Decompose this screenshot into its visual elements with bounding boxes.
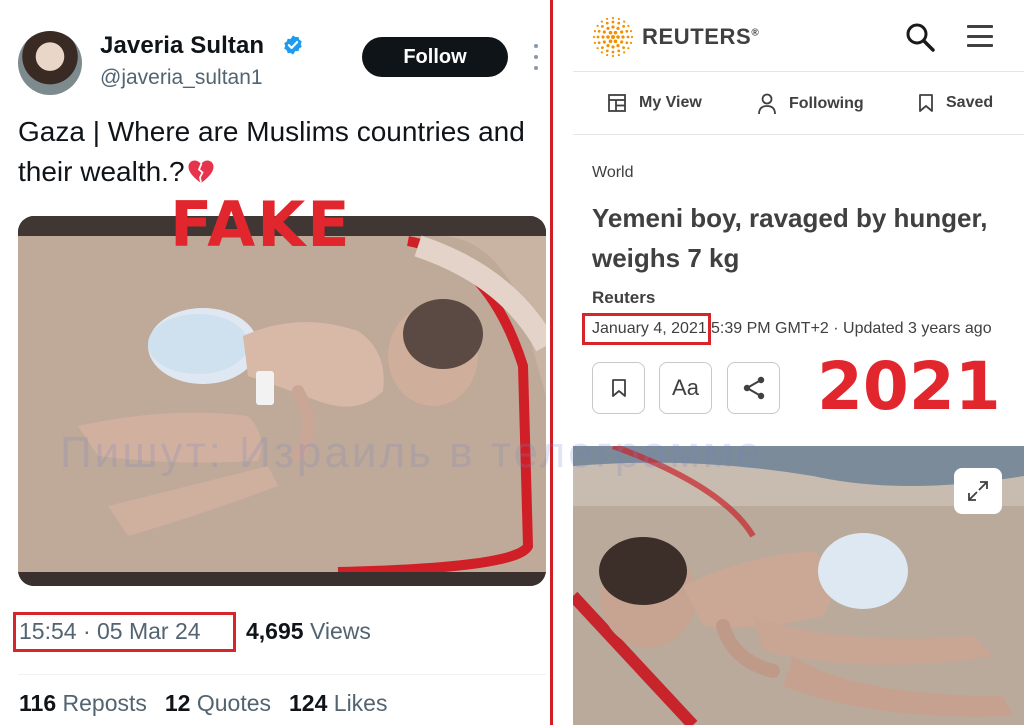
reposts-stat[interactable]: 116 Reposts [19, 690, 147, 716]
reuters-header: REUTERS® [573, 0, 1024, 72]
reuters-brand[interactable]: REUTERS® [642, 24, 759, 50]
layout-icon [608, 94, 626, 112]
bookmark-icon [919, 94, 933, 112]
tweet-text: Gaza | Where are Muslims countries and t… [18, 112, 538, 192]
nav-my-view[interactable]: My View [607, 93, 702, 113]
views-label: Views [303, 618, 371, 644]
gap [553, 0, 573, 725]
avatar[interactable] [18, 31, 82, 95]
article-author[interactable]: Reuters [592, 288, 655, 308]
share-button[interactable] [727, 362, 780, 414]
save-article-button[interactable] [592, 362, 645, 414]
handle[interactable]: @javeria_sultan1 [100, 66, 263, 90]
section-label[interactable]: World [592, 164, 634, 182]
tweet-photo[interactable] [18, 216, 546, 586]
quotes-stat[interactable]: 12 Quotes [165, 690, 271, 716]
reuters-nav: My View Following Saved [573, 73, 1024, 135]
expand-icon[interactable] [954, 468, 1002, 514]
reuters-logo-icon[interactable] [592, 16, 634, 58]
tweet-timestamp[interactable]: 15:54 · 05 Mar 24 [19, 618, 201, 645]
bookmark-icon [611, 379, 626, 397]
follow-button[interactable]: Follow [362, 37, 508, 77]
reuters-panel: REUTERS® My View Following Saved World Y… [573, 0, 1024, 725]
menu-icon[interactable] [967, 25, 993, 47]
divider [18, 674, 546, 675]
person-icon [758, 93, 776, 115]
nav-saved[interactable]: Saved [918, 93, 993, 113]
watermark: Пишут: Израиль в телеграмме [60, 428, 764, 477]
more-options-icon[interactable] [530, 44, 542, 70]
display-name[interactable]: Javeria Sultan [100, 32, 264, 60]
fake-label: FAKE [170, 188, 352, 261]
likes-stat[interactable]: 124 Likes [289, 690, 387, 716]
nav-following[interactable]: Following [757, 93, 864, 115]
search-icon[interactable] [905, 22, 935, 52]
broken-heart-icon [188, 160, 214, 183]
article-headline: Yemeni boy, ravaged by hunger, weighs 7 … [592, 203, 988, 273]
article-time: 5:39 PM GMT+2 · Updated 3 years ago [711, 320, 992, 337]
tweet-text-content: Gaza | Where are Muslims countries and t… [18, 116, 525, 187]
engagement-stats: 116 Reposts 12 Quotes 124 Likes [19, 690, 387, 717]
article-date: January 4, 2021 [592, 320, 707, 337]
share-icon [743, 376, 764, 400]
text-size-button[interactable]: Aa [659, 362, 712, 414]
views-count: 4,695 Views [246, 618, 371, 645]
tweet-panel: Javeria Sultan @javeria_sultan1 Follow G… [0, 0, 550, 725]
views-number: 4,695 [246, 618, 304, 644]
year-label: 2021 [817, 348, 1001, 425]
verified-badge-icon [284, 35, 302, 55]
